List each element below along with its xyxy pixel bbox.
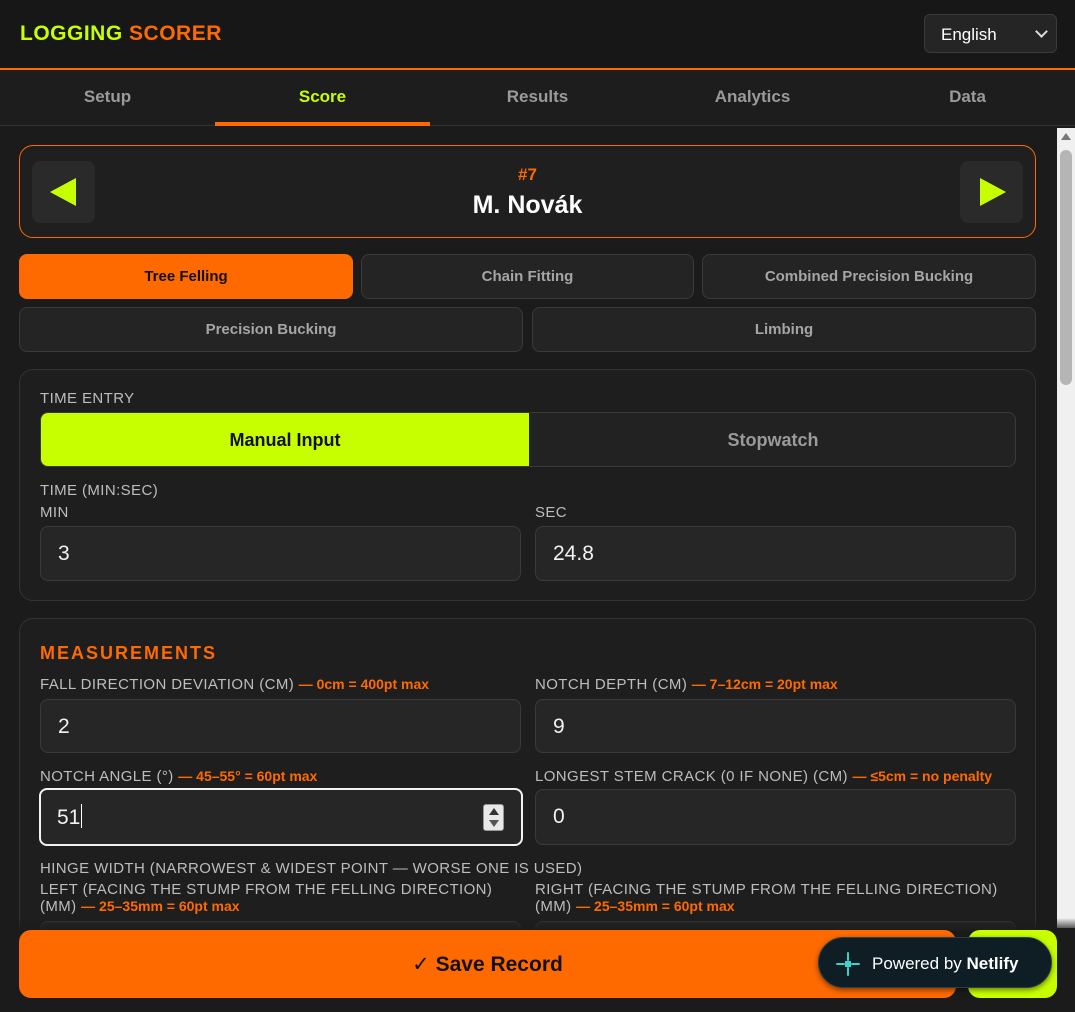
tab-setup[interactable]: Setup bbox=[0, 70, 215, 126]
language-select[interactable]: English bbox=[924, 14, 1057, 53]
tab-results[interactable]: Results bbox=[430, 70, 645, 126]
event-precision-bucking[interactable]: Precision Bucking bbox=[19, 307, 523, 352]
notch-angle-label: NOTCH ANGLE (°) — 45–55° = 60pt max bbox=[40, 768, 317, 785]
hinge-right-hint: — 25–35mm = 60pt max bbox=[576, 898, 735, 914]
event-limbing[interactable]: Limbing bbox=[532, 307, 1036, 352]
manual-input-button[interactable]: Manual Input bbox=[41, 413, 529, 466]
netlify-icon bbox=[836, 952, 860, 976]
hinge-right-unit: (MM) bbox=[535, 898, 572, 915]
measurements-card: MEASUREMENTS FALL DIRECTION DEVIATION (C… bbox=[19, 618, 1036, 976]
hinge-left-unit: (MM) bbox=[40, 898, 77, 915]
scrollbar-thumb[interactable] bbox=[1060, 150, 1072, 385]
arrow-right-icon bbox=[980, 178, 1006, 206]
event-combined-precision-bucking[interactable]: Combined Precision Bucking bbox=[702, 254, 1036, 299]
notch-angle-hint: — 45–55° = 60pt max bbox=[178, 768, 318, 784]
netlify-badge-text: Powered by Netlify bbox=[872, 954, 1018, 974]
time-entry-card: TIME ENTRY Manual Input Stopwatch TIME (… bbox=[19, 369, 1036, 601]
hinge-left-label-text: LEFT (FACING THE STUMP FROM THE FELLING … bbox=[40, 881, 493, 898]
stem-crack-input[interactable]: 0 bbox=[535, 789, 1016, 845]
fall-direction-label: FALL DIRECTION DEVIATION (CM) — 0cm = 40… bbox=[40, 676, 429, 693]
tab-score[interactable]: Score bbox=[215, 70, 430, 126]
save-record-button[interactable]: ✓ Save Record bbox=[19, 930, 956, 998]
hinge-width-label: HINGE WIDTH (NARROWEST & WIDEST POINT — … bbox=[40, 860, 583, 877]
stopwatch-button[interactable]: Stopwatch bbox=[529, 413, 1015, 466]
stem-crack-label: LONGEST STEM CRACK (0 IF NONE) (CM) — ≤5… bbox=[535, 768, 992, 785]
time-entry-title: TIME ENTRY bbox=[40, 390, 135, 407]
minutes-input[interactable]: 3 bbox=[40, 526, 521, 581]
notch-depth-hint: — 7–12cm = 20pt max bbox=[691, 676, 838, 692]
notch-angle-label-text: NOTCH ANGLE (°) bbox=[40, 768, 174, 785]
next-competitor-button[interactable] bbox=[960, 161, 1023, 223]
competitor-number: #7 bbox=[518, 165, 537, 184]
chevron-down-icon bbox=[1035, 25, 1048, 38]
sec-label: SEC bbox=[535, 504, 568, 521]
number-spinner[interactable] bbox=[483, 804, 504, 831]
text-cursor bbox=[81, 804, 83, 828]
stem-crack-label-text: LONGEST STEM CRACK (0 IF NONE) (CM) bbox=[535, 768, 848, 785]
app-header: LOGGING SCORER English bbox=[0, 0, 1075, 70]
netlify-badge[interactable]: Powered by Netlify bbox=[818, 937, 1052, 988]
event-chain-fitting[interactable]: Chain Fitting bbox=[361, 254, 694, 299]
page-scrollbar[interactable] bbox=[1057, 128, 1075, 928]
min-label: MIN bbox=[40, 504, 69, 521]
stem-crack-hint: — ≤5cm = no penalty bbox=[852, 768, 993, 784]
language-select-value: English bbox=[941, 25, 997, 44]
netlify-prefix: Powered by bbox=[872, 954, 962, 973]
tab-data[interactable]: Data bbox=[860, 70, 1075, 126]
tab-analytics[interactable]: Analytics bbox=[645, 70, 860, 126]
hinge-right-label-text: RIGHT (FACING THE STUMP FROM THE FELLING… bbox=[535, 881, 998, 898]
hinge-left-label: LEFT (FACING THE STUMP FROM THE FELLING … bbox=[40, 881, 530, 915]
scroll-up-arrow-icon[interactable] bbox=[1061, 133, 1071, 140]
competitor-name: M. Novák bbox=[472, 191, 583, 219]
notch-depth-label-text: NOTCH DEPTH (CM) bbox=[535, 676, 688, 693]
fall-direction-input[interactable]: 2 bbox=[40, 699, 521, 753]
logo-word-scorer: SCORER bbox=[129, 22, 222, 45]
fall-direction-label-text: FALL DIRECTION DEVIATION (CM) bbox=[40, 676, 295, 693]
hinge-right-label: RIGHT (FACING THE STUMP FROM THE FELLING… bbox=[535, 881, 1030, 915]
main-tabs: Setup Score Results Analytics Data bbox=[0, 70, 1075, 126]
logo-word-logging: LOGGING bbox=[20, 22, 123, 45]
app-logo: LOGGING SCORER bbox=[20, 22, 222, 46]
measurements-title: MEASUREMENTS bbox=[40, 643, 218, 663]
notch-angle-input[interactable]: 51 bbox=[39, 788, 523, 846]
seconds-input[interactable]: 24.8 bbox=[535, 526, 1016, 581]
spinner-down-icon[interactable] bbox=[489, 820, 499, 827]
time-mode-toggle: Manual Input Stopwatch bbox=[40, 412, 1016, 467]
notch-depth-input[interactable]: 9 bbox=[535, 699, 1016, 753]
netlify-brand: Netlify bbox=[966, 954, 1019, 973]
notch-angle-value: 51 bbox=[57, 806, 81, 829]
notch-depth-label: NOTCH DEPTH (CM) — 7–12cm = 20pt max bbox=[535, 676, 838, 693]
hinge-left-hint: — 25–35mm = 60pt max bbox=[81, 898, 240, 914]
competitor-selector: #7 M. Novák bbox=[19, 145, 1036, 238]
spinner-up-icon[interactable] bbox=[489, 808, 499, 815]
time-label: TIME (MIN:SEC) bbox=[40, 482, 159, 499]
fall-direction-hint: — 0cm = 400pt max bbox=[298, 676, 430, 692]
event-tree-felling[interactable]: Tree Felling bbox=[19, 254, 353, 299]
